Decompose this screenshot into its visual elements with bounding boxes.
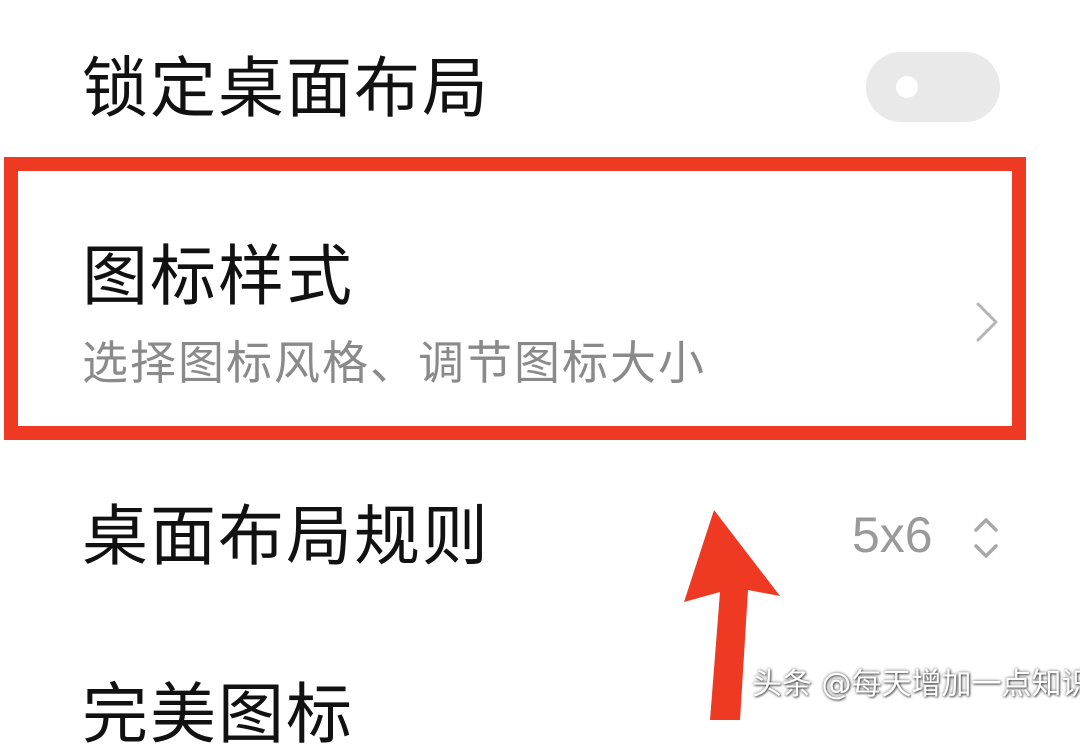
partial-item-label: 完美图标 bbox=[82, 676, 354, 753]
layout-rules-value: 5x6 bbox=[852, 507, 933, 563]
lock-layout-toggle[interactable] bbox=[866, 52, 1000, 122]
lock-layout-label: 锁定桌面布局 bbox=[82, 50, 490, 127]
up-down-chevron-icon bbox=[974, 518, 998, 558]
setting-row-lock-layout[interactable]: 锁定桌面布局 bbox=[0, 0, 1080, 160]
toggle-knob bbox=[896, 76, 918, 98]
layout-rules-label: 桌面布局规则 bbox=[82, 498, 490, 575]
watermark-text: 头条 @每天增加一点知识 bbox=[752, 667, 1080, 702]
setting-row-layout-rules[interactable]: 桌面布局规则 5x6 bbox=[0, 440, 1080, 640]
highlight-annotation-box bbox=[4, 157, 1026, 440]
